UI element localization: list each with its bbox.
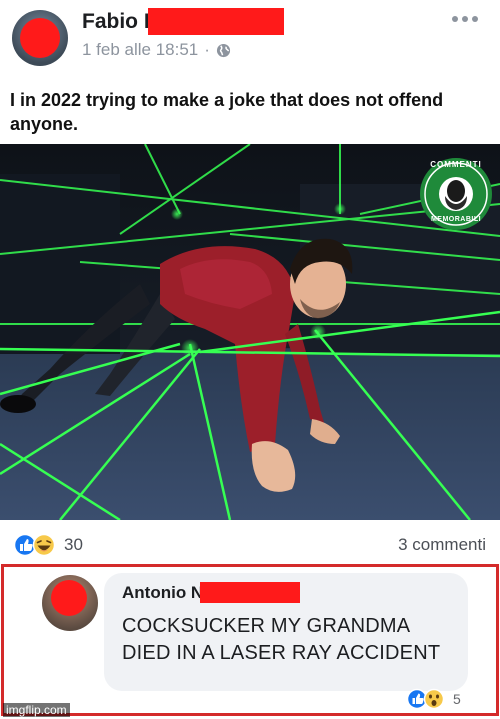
comment-bubble: Antonio N COCKSUCKER MY GRANDMA DIED IN … <box>104 573 468 691</box>
name-redaction <box>148 8 284 35</box>
reactions-bar: 30 3 commenti <box>0 530 500 560</box>
badge-label-top: COMMENTI <box>430 160 482 169</box>
reaction-icons[interactable] <box>14 533 58 557</box>
post-date[interactable]: 1 feb alle 18:51 <box>82 40 198 60</box>
like-icon <box>407 688 428 710</box>
comment-reaction-count: 5 <box>453 691 461 707</box>
more-options-icon[interactable] <box>452 14 478 24</box>
post-meta: 1 feb alle 18:51 · <box>82 40 231 60</box>
laser-room-illustration <box>0 144 500 520</box>
avatar-redaction <box>20 18 60 58</box>
laugh-icon <box>32 533 56 557</box>
author-avatar[interactable] <box>12 10 68 66</box>
commenter-avatar-redaction <box>51 580 87 616</box>
reaction-count[interactable]: 30 <box>64 535 83 555</box>
post-header: Fabio F 1 feb alle 18:51 · <box>0 0 500 80</box>
badge-label-bottom: MEMORABILI <box>430 216 482 223</box>
comment-reaction-icons <box>407 688 445 710</box>
globe-icon <box>216 43 230 57</box>
post-image[interactable]: COMMENTI MEMORABILI <box>0 144 500 520</box>
imgflip-watermark: imgflip.com <box>3 703 70 717</box>
wow-icon <box>423 688 445 710</box>
author-name[interactable]: Fabio F <box>82 10 157 34</box>
comments-count[interactable]: 3 commenti <box>398 535 486 555</box>
comment-text: COCKSUCKER MY GRANDMA DIED IN A LASER RA… <box>122 615 441 664</box>
like-icon <box>14 533 37 557</box>
highlighted-comment: Antonio N COCKSUCKER MY GRANDMA DIED IN … <box>1 564 499 716</box>
comment-author[interactable]: Antonio N <box>122 583 203 603</box>
commenter-avatar[interactable] <box>42 575 98 631</box>
comment-reactions[interactable]: 5 <box>407 687 461 711</box>
post-text: I in 2022 trying to make a joke that doe… <box>10 90 444 134</box>
commenter-name-redaction <box>200 582 300 603</box>
meta-separator: · <box>204 40 210 59</box>
